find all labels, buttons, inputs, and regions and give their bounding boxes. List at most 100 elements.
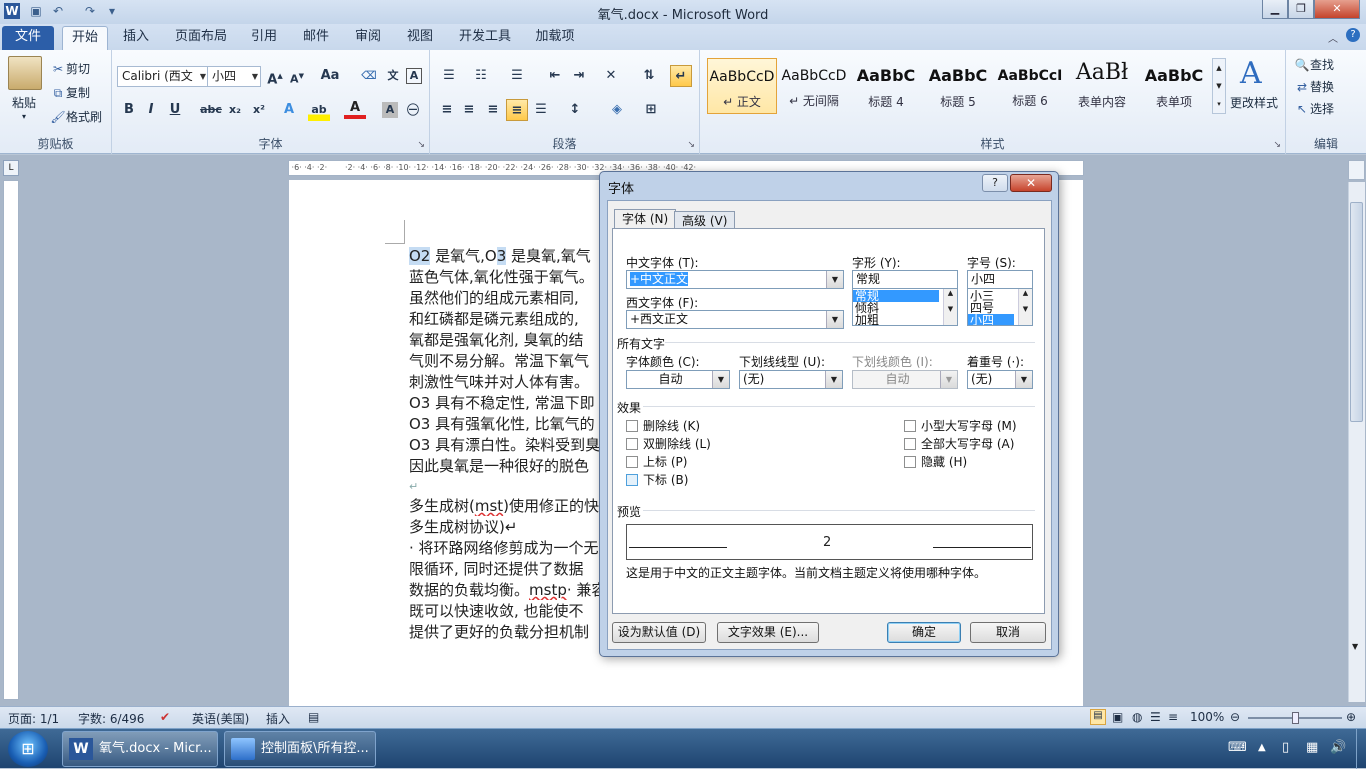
tab-home[interactable]: 开始: [62, 26, 108, 50]
taskbar-item-word[interactable]: W 氧气.docx - Micr...: [62, 731, 218, 767]
doc-line-3[interactable]: 虽然他们的组成元素相同,: [409, 288, 599, 308]
superscript-button[interactable]: x²: [248, 99, 270, 121]
copy-button[interactable]: ⧉ 复制: [50, 84, 90, 101]
small-caps-checkbox[interactable]: 小型大写字母 (M): [904, 417, 1017, 434]
underline-color-combo[interactable]: 自动 ▼: [852, 370, 958, 389]
increase-indent-icon[interactable]: ⇥: [568, 65, 590, 87]
scroll-down-icon[interactable]: ▼: [1352, 642, 1358, 651]
change-styles-button[interactable]: 更改样式: [1230, 94, 1278, 111]
insert-mode-indicator[interactable]: 插入: [266, 710, 290, 727]
doc-line-15[interactable]: 限循环, 同时还提供了数据: [409, 559, 599, 579]
zoom-slider-thumb[interactable]: [1292, 712, 1299, 724]
text-effects-icon[interactable]: A: [278, 99, 300, 121]
shading-icon[interactable]: ◈: [606, 99, 628, 121]
all-caps-checkbox[interactable]: 全部大写字母 (A): [904, 435, 1014, 452]
battery-icon[interactable]: ▯: [1282, 740, 1289, 755]
clear-formatting-icon[interactable]: ⌫: [358, 65, 380, 87]
show-hidden-icons[interactable]: ▲: [1258, 742, 1266, 753]
dialog-close-button[interactable]: ✕: [1010, 174, 1052, 192]
font-size-option[interactable]: 小四: [968, 314, 1014, 325]
close-window-button[interactable]: ✕: [1314, 0, 1360, 19]
tab-advanced[interactable]: 高级 (V): [674, 211, 736, 229]
character-border-icon[interactable]: A: [406, 68, 422, 84]
set-as-default-button[interactable]: 设为默认值 (D): [612, 622, 706, 643]
page-count[interactable]: 页面: 1/1: [8, 710, 59, 727]
italic-button[interactable]: I: [140, 99, 162, 121]
tab-font[interactable]: 字体 (N): [614, 209, 677, 229]
find-button[interactable]: 🔍查找: [1294, 56, 1335, 73]
hidden-checkbox[interactable]: 隐藏 (H): [904, 453, 967, 470]
paste-dropdown-icon[interactable]: ▾: [22, 112, 26, 121]
double-strikethrough-checkbox[interactable]: 双删除线 (L): [626, 435, 711, 452]
distributed-icon[interactable]: ☰: [530, 99, 552, 121]
maximize-button[interactable]: ❐: [1288, 0, 1314, 19]
enclose-characters-icon[interactable]: ㊀: [402, 99, 424, 121]
borders-icon[interactable]: ⊞: [640, 99, 662, 121]
style-heading-4[interactable]: AaBbC 标题 4: [851, 58, 921, 114]
doc-line-12[interactable]: 多生成树(mst)使用修正的快: [409, 496, 599, 516]
doc-line-17[interactable]: 既可以快速收敛, 也能使不: [409, 601, 599, 621]
doc-line-2[interactable]: 蓝色气体,氧化性强于氧气。: [409, 267, 599, 287]
tab-review[interactable]: 审阅: [348, 26, 388, 50]
font-size-combo[interactable]: 小四 ▼: [207, 66, 261, 87]
view-ruler-icon[interactable]: [1348, 160, 1365, 180]
font-color-icon[interactable]: A: [344, 99, 366, 119]
network-icon[interactable]: ▦: [1306, 740, 1318, 755]
word-count[interactable]: 字数: 6/496: [78, 710, 144, 727]
show-desktop-button[interactable]: [1356, 729, 1366, 769]
asian-layout-icon[interactable]: ✕: [600, 65, 622, 87]
style-form-content[interactable]: AaBł 表单内容: [1067, 58, 1137, 114]
character-shading-icon[interactable]: A: [382, 102, 398, 118]
align-left-icon[interactable]: ≡: [436, 99, 458, 121]
taskbar-item-control-panel[interactable]: 控制面板\所有控...: [224, 731, 376, 767]
sort-icon[interactable]: ⇅: [638, 65, 660, 87]
doc-line-1[interactable]: O2 是氧气,O3 是臭氧,氧气: [409, 246, 599, 266]
strikethrough-button[interactable]: abc: [200, 99, 222, 121]
cancel-button[interactable]: 取消: [970, 622, 1046, 643]
grow-font-button[interactable]: A▲: [264, 65, 286, 87]
subscript-checkbox[interactable]: 下标 (B): [626, 471, 688, 488]
doc-line-14[interactable]: · 将环路网络修剪成为一个无: [409, 538, 599, 558]
tab-file[interactable]: 文件: [2, 26, 54, 50]
bullets-icon[interactable]: ☰: [438, 65, 460, 87]
doc-line-8[interactable]: O3 具有不稳定性, 常温下即: [409, 393, 599, 413]
minimize-button[interactable]: ▁: [1262, 0, 1288, 19]
help-icon[interactable]: ?: [1346, 28, 1360, 42]
font-size-scrollbar[interactable]: ▲ ▼: [1018, 289, 1032, 325]
text-effects-button[interactable]: 文字效果 (E)...: [717, 622, 819, 643]
change-styles-icon[interactable]: A: [1240, 56, 1262, 91]
font-style-option[interactable]: 加粗: [853, 314, 957, 325]
font-size-list[interactable]: 小三 四号 小四 ▲ ▼: [967, 288, 1033, 326]
cut-button[interactable]: ✂ 剪切: [50, 60, 90, 77]
paste-button[interactable]: 粘贴: [12, 94, 36, 111]
paste-icon[interactable]: [8, 56, 42, 90]
highlight-icon[interactable]: ab: [308, 99, 330, 121]
tab-references[interactable]: 引用: [244, 26, 284, 50]
style-no-spacing[interactable]: AaBbCcD ↵ 无间隔: [779, 58, 849, 114]
tab-add-ins[interactable]: 加载项: [528, 26, 582, 50]
doc-line-5[interactable]: 氧都是强氧化剂, 臭氧的结: [409, 330, 599, 350]
font-size-input[interactable]: 小四: [967, 270, 1033, 289]
tab-view[interactable]: 视图: [400, 26, 440, 50]
outline-view-icon[interactable]: ☰: [1150, 710, 1161, 724]
west-font-combo[interactable]: +西文正文 ▼: [626, 310, 844, 329]
doc-line-10[interactable]: O3 具有漂白性。染料受到臭: [409, 435, 599, 455]
collapse-ribbon-icon[interactable]: ︿: [1328, 30, 1338, 45]
style-heading-5[interactable]: AaBbC 标题 5: [923, 58, 993, 114]
font-style-input[interactable]: 常规: [852, 270, 958, 289]
font-dialog-launcher-icon[interactable]: ↘: [417, 140, 425, 150]
draft-view-icon[interactable]: ≡: [1168, 710, 1178, 724]
decrease-indent-icon[interactable]: ⇤: [544, 65, 566, 87]
tab-insert[interactable]: 插入: [114, 26, 158, 50]
doc-line-9[interactable]: O3 具有强氧化性, 比氧气的: [409, 414, 599, 434]
macro-record-icon[interactable]: ▤: [308, 710, 319, 724]
align-right-icon[interactable]: ≡: [482, 99, 504, 121]
doc-line-4[interactable]: 和红磷都是磷元素组成的,: [409, 309, 599, 329]
styles-dialog-launcher-icon[interactable]: ↘: [1273, 140, 1281, 150]
styles-scroll[interactable]: ▲ ▼ ▾: [1212, 58, 1226, 114]
line-spacing-icon[interactable]: ↕: [564, 99, 586, 121]
font-color-combo[interactable]: 自动 ▼: [626, 370, 730, 389]
zoom-in-icon[interactable]: ⊕: [1346, 710, 1356, 724]
shrink-font-button[interactable]: A▼: [286, 65, 308, 87]
doc-line-6[interactable]: 气则不易分解。常温下氧气: [409, 351, 599, 371]
